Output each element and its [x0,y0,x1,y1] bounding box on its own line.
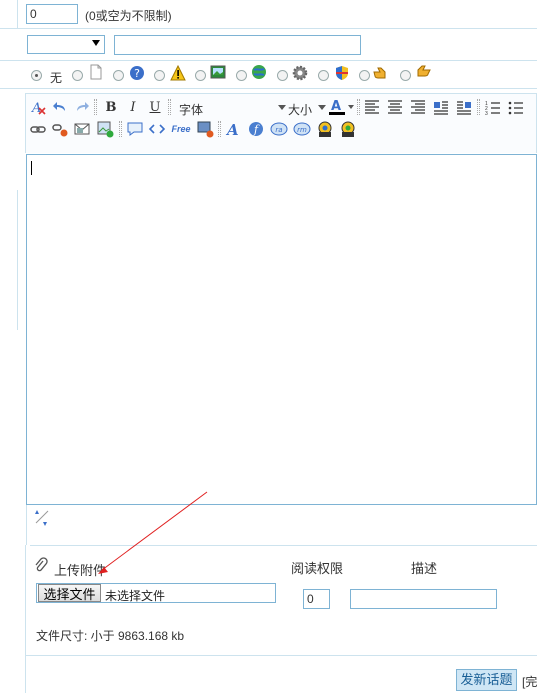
size-dropdown[interactable]: 大小 [286,99,326,117]
limit-input[interactable] [26,4,78,24]
free-button[interactable]: Free [169,120,193,138]
font-color-icon: A [329,99,354,115]
editor-toolbar: A B I U 字体 大小 A 123 Free A f ra rm [25,93,537,153]
quote-icon[interactable] [126,120,144,138]
mood-radio-question[interactable] [113,70,124,81]
paperclip-icon [35,557,48,572]
float-right-icon[interactable] [455,98,473,116]
svg-text:A: A [225,121,239,138]
redo-icon[interactable] [73,98,91,116]
mood-radio-shield[interactable] [318,70,329,81]
text-caret [31,161,32,175]
svg-text:3: 3 [485,111,488,116]
font-dropdown-label: 字体 [179,103,204,117]
choose-file-button[interactable]: 选择文件 [38,584,101,602]
italic-button[interactable]: I [124,98,142,116]
undo-icon[interactable] [51,98,69,116]
annotation-arrow [98,491,208,574]
svg-text:ra: ra [275,126,282,134]
ordered-list-icon[interactable]: 123 [484,98,502,116]
hand-point-icon [373,67,386,79]
gear-icon [292,65,308,81]
rm-media-icon[interactable]: rm [293,120,311,138]
flash-icon[interactable]: f [247,120,265,138]
chevron-down-icon [92,40,100,46]
resize-editor-icon[interactable] [32,508,52,528]
mood-radio-warning[interactable] [154,70,165,81]
type-select[interactable] [27,35,105,54]
svg-text:A: A [331,99,341,114]
hand-left-icon [417,65,431,77]
subject-input[interactable] [114,35,361,55]
description-label: 描述 [411,561,438,576]
question-icon: ? [130,66,144,80]
mood-radio-gear[interactable] [277,70,288,81]
file-size-limit-text: 文件尺寸: 小于 9863.168 kb [36,629,185,643]
svg-text:rm: rm [297,126,307,134]
globe-icon [252,65,266,79]
post-topic-button[interactable]: 发新话题 [456,669,517,691]
page-icon [90,64,102,80]
align-left-icon[interactable] [363,98,381,116]
size-dropdown-label: 大小 [288,103,313,117]
chevron-down-icon [278,105,286,110]
unlink-icon[interactable] [51,120,69,138]
shield-icon [336,66,348,80]
read-permission-input[interactable] [303,589,330,609]
file-chooser[interactable]: 选择文件 未选择文件 [36,583,276,603]
mood-radio-hand-right[interactable] [359,70,370,81]
font-style-icon[interactable]: A [224,120,242,138]
link-icon[interactable] [29,120,47,138]
editor-textarea[interactable] [26,154,537,505]
mood-radio-page[interactable] [72,70,83,81]
mood-radio-picture[interactable] [195,70,206,81]
remove-format-icon[interactable]: A [29,98,47,116]
attachment-description-input[interactable] [350,589,497,609]
bold-button[interactable]: B [102,98,120,116]
font-color-button[interactable]: A [328,97,356,117]
align-center-icon[interactable] [386,98,404,116]
mood-radio-hand-left[interactable] [400,70,411,81]
hide-content-icon[interactable] [196,120,214,138]
warning-icon [170,65,186,81]
mood-radio-globe[interactable] [236,70,247,81]
complete-link[interactable]: [完 [522,673,537,690]
email-icon[interactable] [73,120,91,138]
align-right-icon[interactable] [409,98,427,116]
code-icon[interactable] [148,120,166,138]
read-permission-label: 阅读权限 [291,561,344,576]
mood-none-label: 无 [50,71,63,85]
limit-hint: (0或空为不限制) [85,9,172,23]
wmv-video-icon[interactable] [339,120,357,138]
float-left-icon[interactable] [432,98,450,116]
mood-radio-none[interactable] [31,70,42,81]
insert-image-icon[interactable] [96,120,114,138]
no-file-chosen-text: 未选择文件 [105,589,166,603]
underline-button[interactable]: U [146,98,164,116]
realplayer-icon[interactable]: ra [270,120,288,138]
svg-text:?: ? [134,67,140,80]
unordered-list-icon[interactable] [507,98,525,116]
chevron-down-icon [318,105,326,110]
wma-audio-icon[interactable] [316,120,334,138]
picture-icon [210,65,226,79]
font-dropdown[interactable]: 字体 [176,99,286,117]
